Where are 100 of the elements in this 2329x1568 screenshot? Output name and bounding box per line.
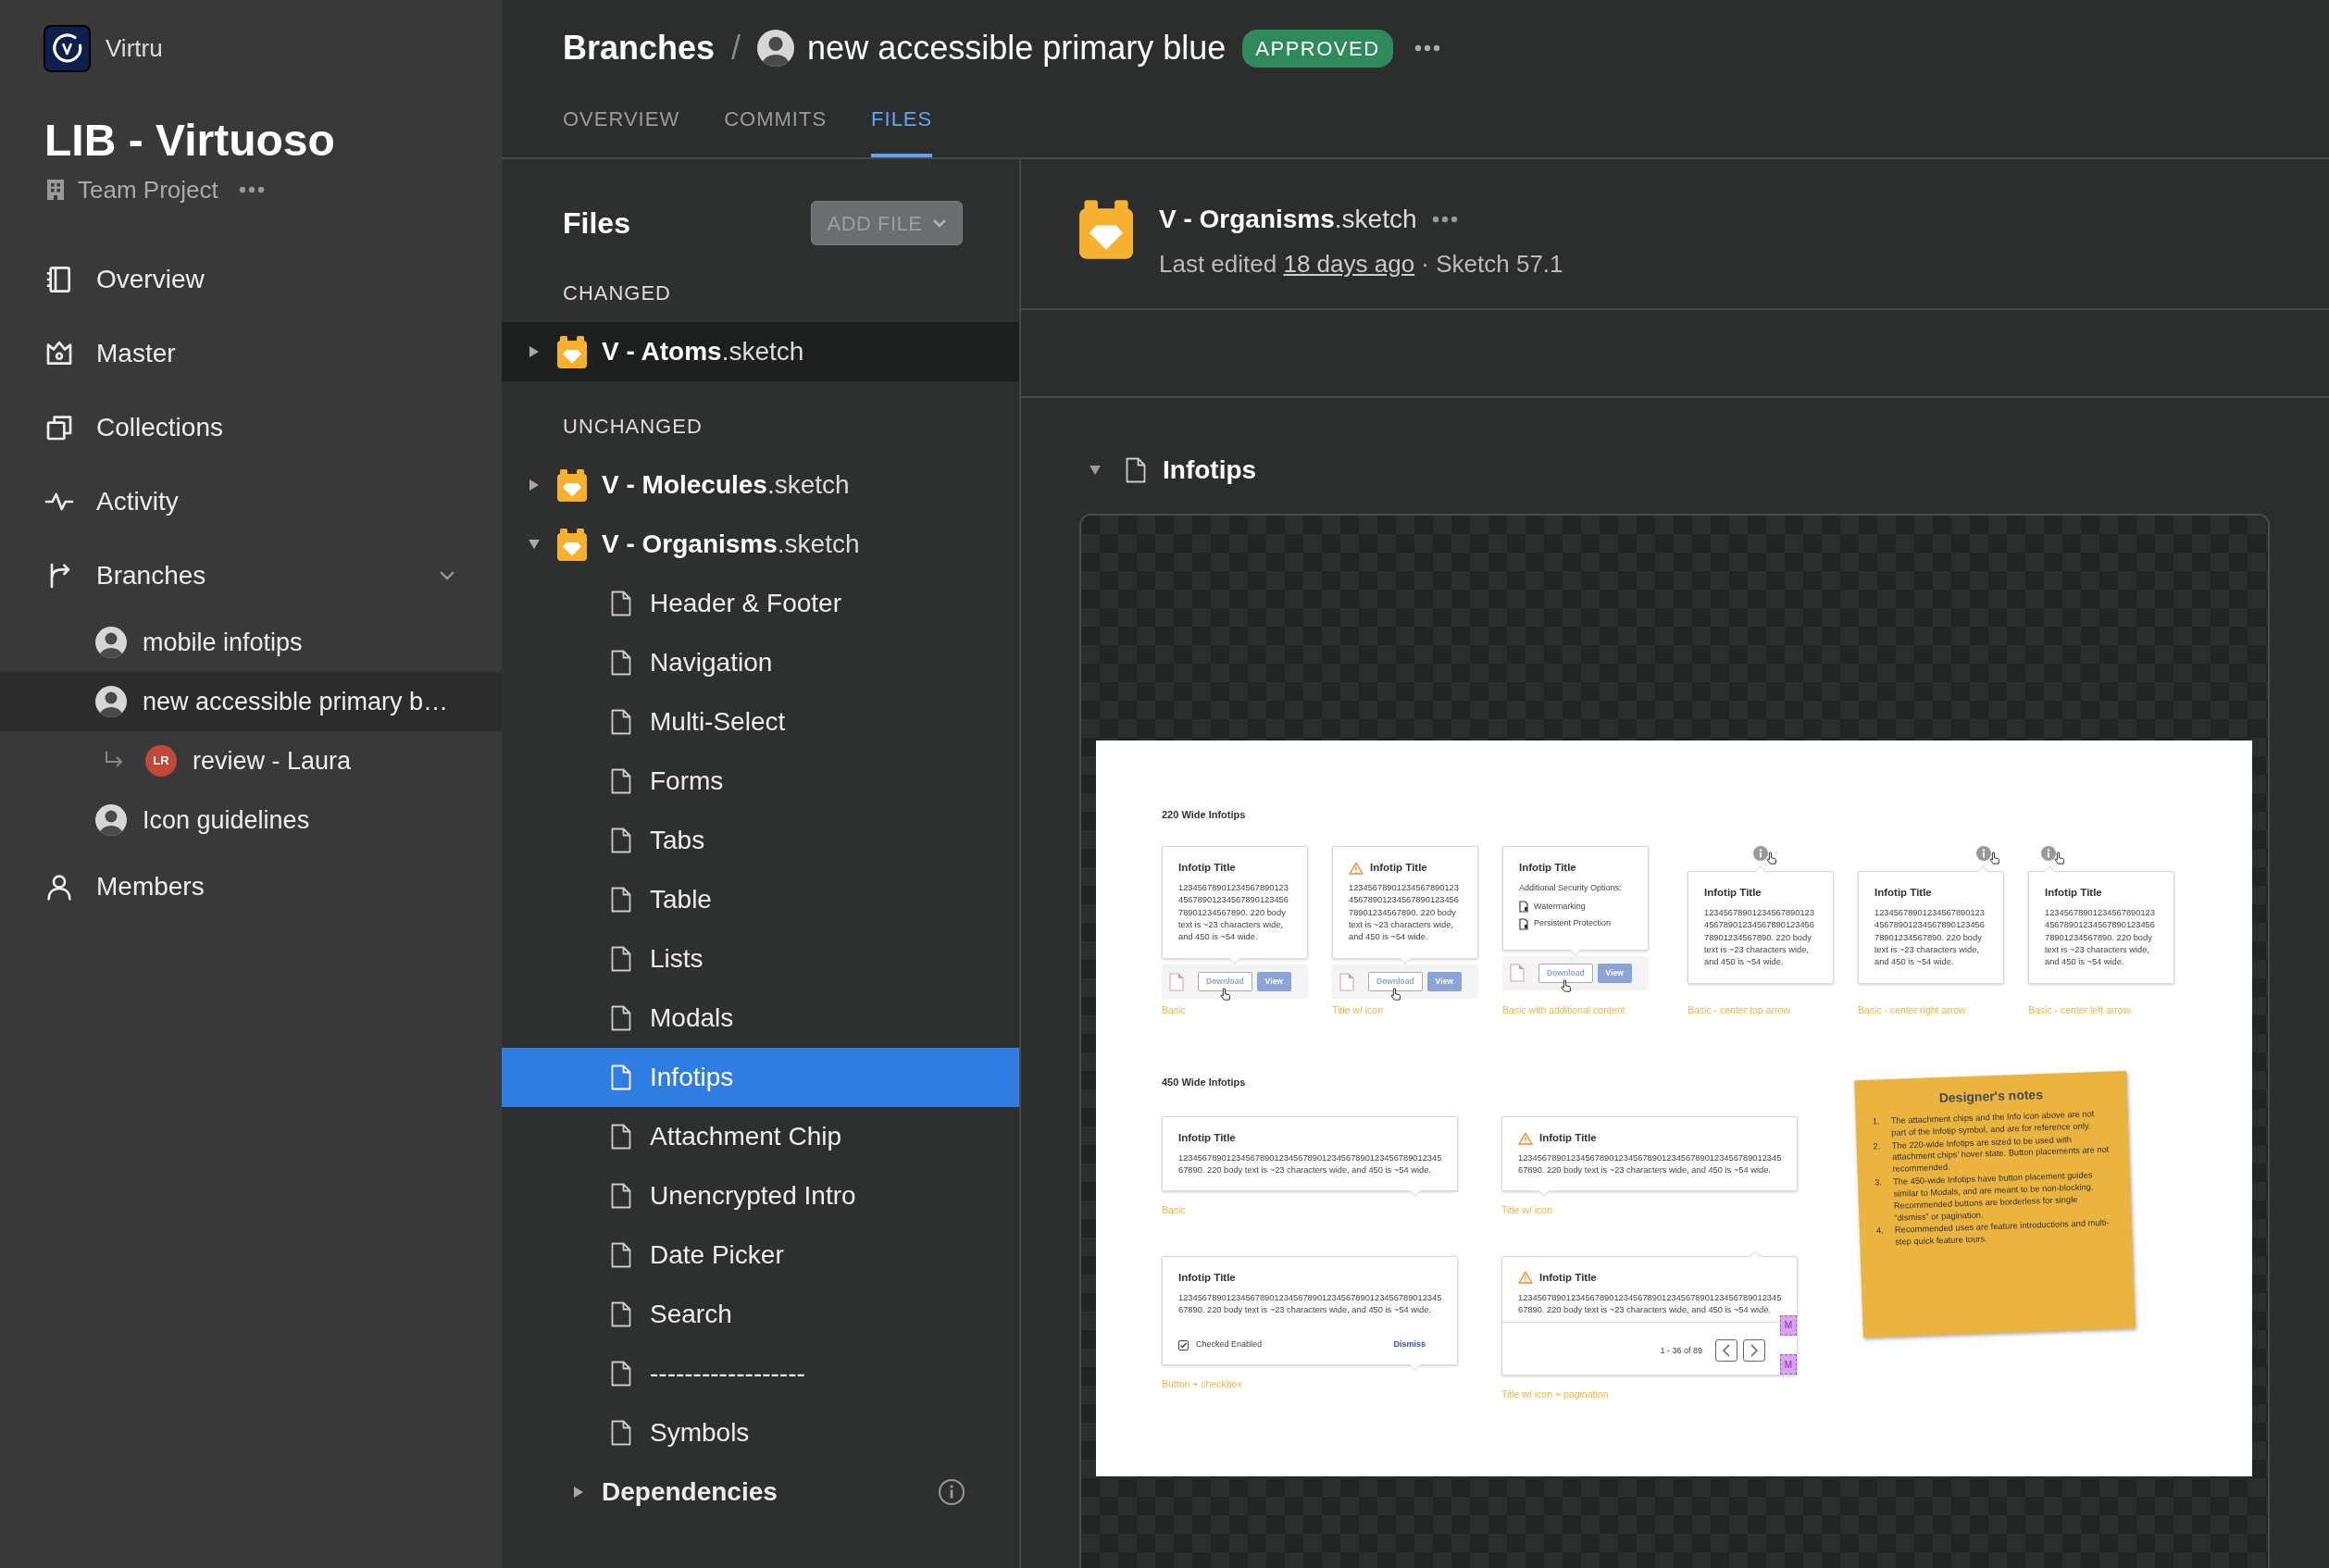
avatar	[95, 804, 127, 836]
tab[interactable]: OVERVIEW	[563, 96, 680, 157]
triangle-icon[interactable]	[1089, 464, 1102, 477]
avatar	[757, 30, 795, 67]
project-type: Team Project	[78, 174, 218, 205]
branch-item[interactable]: mobile infotips	[0, 613, 502, 672]
page-icon	[611, 828, 631, 853]
section-title: Infotips	[1163, 454, 1257, 486]
note-number: 1.	[1872, 1115, 1881, 1128]
page-icon	[611, 946, 631, 972]
person-icon	[44, 872, 74, 902]
infotip-body: 123456789012345678901234567890123456789012345678901234567890. 220 body text is ~23 characters wide, and 450 is ~54 wide.	[1704, 907, 1815, 968]
page-icon	[1126, 457, 1146, 483]
branch-title: new accessible primary blue	[807, 28, 1227, 68]
breadcrumb-link[interactable]: Branches	[563, 23, 716, 73]
nav-item[interactable]: Overview	[0, 243, 502, 317]
page-row[interactable]: Tabs	[502, 811, 1019, 870]
infotip-body: 123456789012345678901234567890123456789012345678901234567890. 220 body text is ~23 characters wide, and 450 is ~54 wide.	[2045, 907, 2156, 968]
page-row[interactable]: Header & Footer	[502, 574, 1019, 633]
chevron-icon[interactable]	[439, 570, 455, 581]
page-icon	[611, 1420, 631, 1446]
page-icon	[611, 591, 631, 616]
more-icon[interactable]	[1413, 44, 1441, 53]
margin-marker: M	[1780, 1314, 1797, 1336]
checkbox[interactable]	[1178, 1339, 1189, 1350]
document-icon	[1519, 901, 1528, 913]
page-row[interactable]: Date Picker	[502, 1226, 1019, 1285]
next-page-button[interactable]	[1743, 1339, 1765, 1363]
branch-item[interactable]: LR review - Laura	[0, 731, 502, 790]
file-icon	[1339, 972, 1354, 991]
infotip-title: Infotip Title	[1178, 1131, 1236, 1145]
nav-item[interactable]: Master	[0, 317, 502, 391]
page-row[interactable]: Table	[502, 870, 1019, 929]
nav-item[interactable]: Branches	[0, 539, 502, 613]
branch-item[interactable]: Icon guidelines	[0, 790, 502, 850]
file-row[interactable]: V - Organisms.sketch	[502, 515, 1019, 574]
logo-icon	[44, 24, 91, 72]
page-row[interactable]: Search	[502, 1285, 1019, 1344]
note-number: 4.	[1875, 1225, 1885, 1238]
page-row[interactable]: Modals	[502, 989, 1019, 1048]
file-row[interactable]: V - Atoms.sketch	[502, 322, 1019, 381]
triangle-icon[interactable]	[528, 345, 541, 358]
caption: Basic with additional content	[1502, 1004, 1626, 1016]
infotip-title: Infotip Title	[1874, 886, 1932, 900]
page-icon	[611, 1361, 631, 1387]
branch-item[interactable]: new accessible primary b…	[0, 672, 502, 731]
page-row[interactable]: Symbols	[502, 1403, 1019, 1462]
triangle-icon[interactable]	[528, 538, 541, 551]
caption: Title w/ icon + pagination	[1501, 1388, 1610, 1401]
project-title: LIB - Virtuoso	[44, 118, 336, 163]
page-icon	[611, 768, 631, 794]
more-icon[interactable]	[1431, 215, 1458, 224]
note-number: 3.	[1874, 1176, 1884, 1189]
margin-marker: M	[1780, 1354, 1797, 1375]
more-icon[interactable]	[238, 185, 265, 194]
caption: Basic	[1162, 1203, 1187, 1216]
checkbox-label: Checked Enabled	[1196, 1338, 1263, 1351]
group-label: CHANGED	[562, 280, 672, 306]
nav-item[interactable]: Activity	[0, 465, 502, 539]
caption: Basic - center top arrow	[1688, 1004, 1791, 1016]
date-link[interactable]: 18 days ago	[1283, 250, 1415, 278]
page-icon	[611, 1183, 631, 1209]
sketch-file-icon	[557, 335, 587, 368]
stacked-squares-icon	[44, 413, 74, 442]
pointer-hand-icon	[1987, 852, 2000, 865]
page-row[interactable]: Forms	[502, 752, 1019, 811]
info-icon[interactable]	[938, 1478, 965, 1506]
avatar	[95, 686, 127, 717]
page-range: 1 - 36 of 89	[1660, 1344, 1702, 1357]
org-name: Virtru	[106, 32, 163, 64]
page-row[interactable]: Lists	[502, 929, 1019, 989]
infotip-title: Infotip Title	[1704, 886, 1762, 900]
infotip-title: Infotip Title	[1539, 1131, 1597, 1145]
section-heading: 220 Wide Infotips	[1162, 808, 1247, 821]
nav-item[interactable]: Members	[0, 850, 502, 924]
infotip-body: 123456789012345678901234567890123456789012345678901234567890. 220 body text is ~23 characters wide, and 450 is ~54 wide.	[1178, 1152, 1442, 1177]
page-row[interactable]: Navigation	[502, 633, 1019, 692]
page-row[interactable]: Unencrypted Intro	[502, 1166, 1019, 1226]
chevron-left-icon	[1723, 1344, 1730, 1358]
note-number: 2.	[1873, 1139, 1882, 1153]
page-row[interactable]: ------------------	[502, 1344, 1019, 1403]
dependencies-row[interactable]: Dependencies	[502, 1462, 1019, 1522]
previous-page-button[interactable]	[1715, 1339, 1737, 1363]
triangle-icon[interactable]	[572, 1486, 585, 1499]
caption: Basic	[1162, 1004, 1187, 1016]
page-icon	[611, 1124, 631, 1150]
option-label: Watermarking	[1534, 900, 1586, 913]
page-row[interactable]: Attachment Chip	[502, 1107, 1019, 1166]
caption: Title w/ icon	[1501, 1203, 1554, 1216]
caption: Title w/ icon	[1332, 1004, 1385, 1016]
caption: Basic - center right arrow	[1858, 1004, 1967, 1016]
page-row[interactable]: Infotips	[502, 1048, 1019, 1107]
infotip-title: Infotip Title	[1519, 861, 1576, 875]
nav-item[interactable]: Collections	[0, 391, 502, 465]
page-row[interactable]: Multi-Select	[502, 692, 1019, 752]
tab[interactable]: COMMITS	[724, 96, 828, 157]
file-row[interactable]: V - Molecules.sketch	[502, 455, 1019, 515]
dismiss-button[interactable]: Dismiss	[1393, 1338, 1426, 1351]
options-heading: Additional Security Options:	[1519, 882, 1623, 895]
triangle-icon[interactable]	[528, 479, 541, 492]
